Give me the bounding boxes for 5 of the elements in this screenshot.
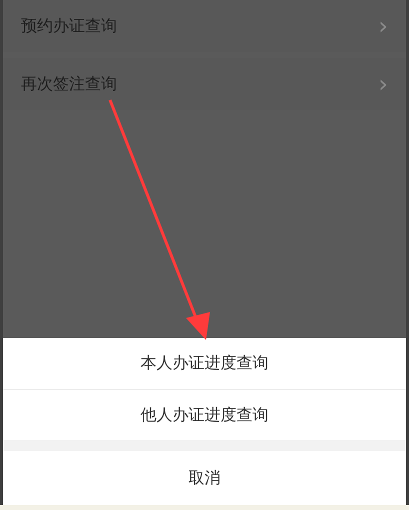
sheet-option[interactable]: 本人办证进度查询 xyxy=(3,338,406,389)
sheet-option[interactable]: 他人办证进度查询 xyxy=(3,389,406,440)
chevron-icon: › xyxy=(378,12,388,40)
cancel-button[interactable]: 取消 xyxy=(3,451,406,505)
chevron-icon: › xyxy=(378,70,388,98)
